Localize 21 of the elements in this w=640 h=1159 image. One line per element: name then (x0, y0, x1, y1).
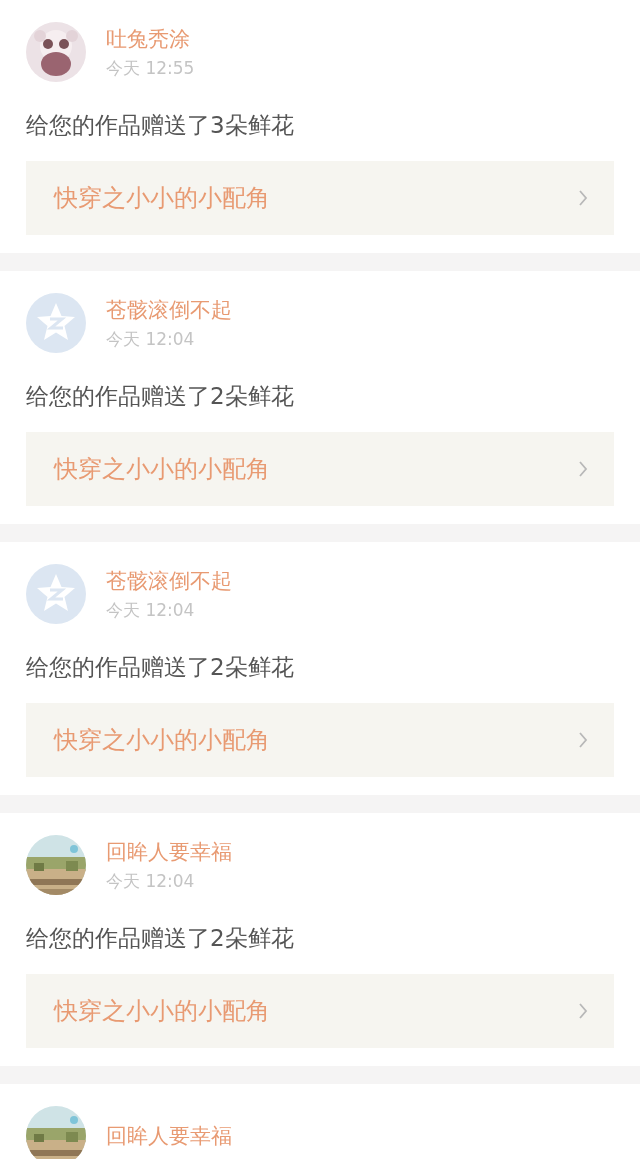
user-name[interactable]: 苍骸滚倒不起 (106, 568, 232, 594)
message-text: 给您的作品赠送了2朵鲜花 (26, 924, 295, 953)
timestamp: 今天 12:04 (106, 328, 196, 349)
user-name[interactable]: 回眸人要幸福 (106, 839, 232, 865)
message-text: 给您的作品赠送了2朵鲜花 (26, 382, 295, 411)
book-link[interactable]: 快穿之小小的小配角 (26, 161, 614, 235)
timestamp: 今天 12:55 (106, 57, 195, 78)
chevron-right-icon (578, 460, 588, 478)
timestamp: 今天 12:04 (106, 870, 196, 891)
book-link[interactable]: 快穿之小小的小配角 (26, 974, 614, 1048)
user-name[interactable]: 苍骸滚倒不起 (106, 297, 232, 323)
book-link[interactable]: 快穿之小小的小配角 (26, 703, 614, 777)
book-link[interactable]: 快穿之小小的小配角 (26, 432, 614, 506)
message-text: 给您的作品赠送了3朵鲜花 (26, 111, 295, 140)
message-text: 给您的作品赠送了2朵鲜花 (26, 653, 295, 682)
chevron-right-icon (578, 189, 588, 207)
user-name[interactable]: 吐兔秃涂 (106, 26, 195, 52)
user-name[interactable]: 回眸人要幸福 (106, 1123, 232, 1149)
chevron-right-icon (578, 1002, 588, 1020)
timestamp: 今天 12:04 (106, 599, 196, 620)
chevron-right-icon (578, 731, 588, 749)
